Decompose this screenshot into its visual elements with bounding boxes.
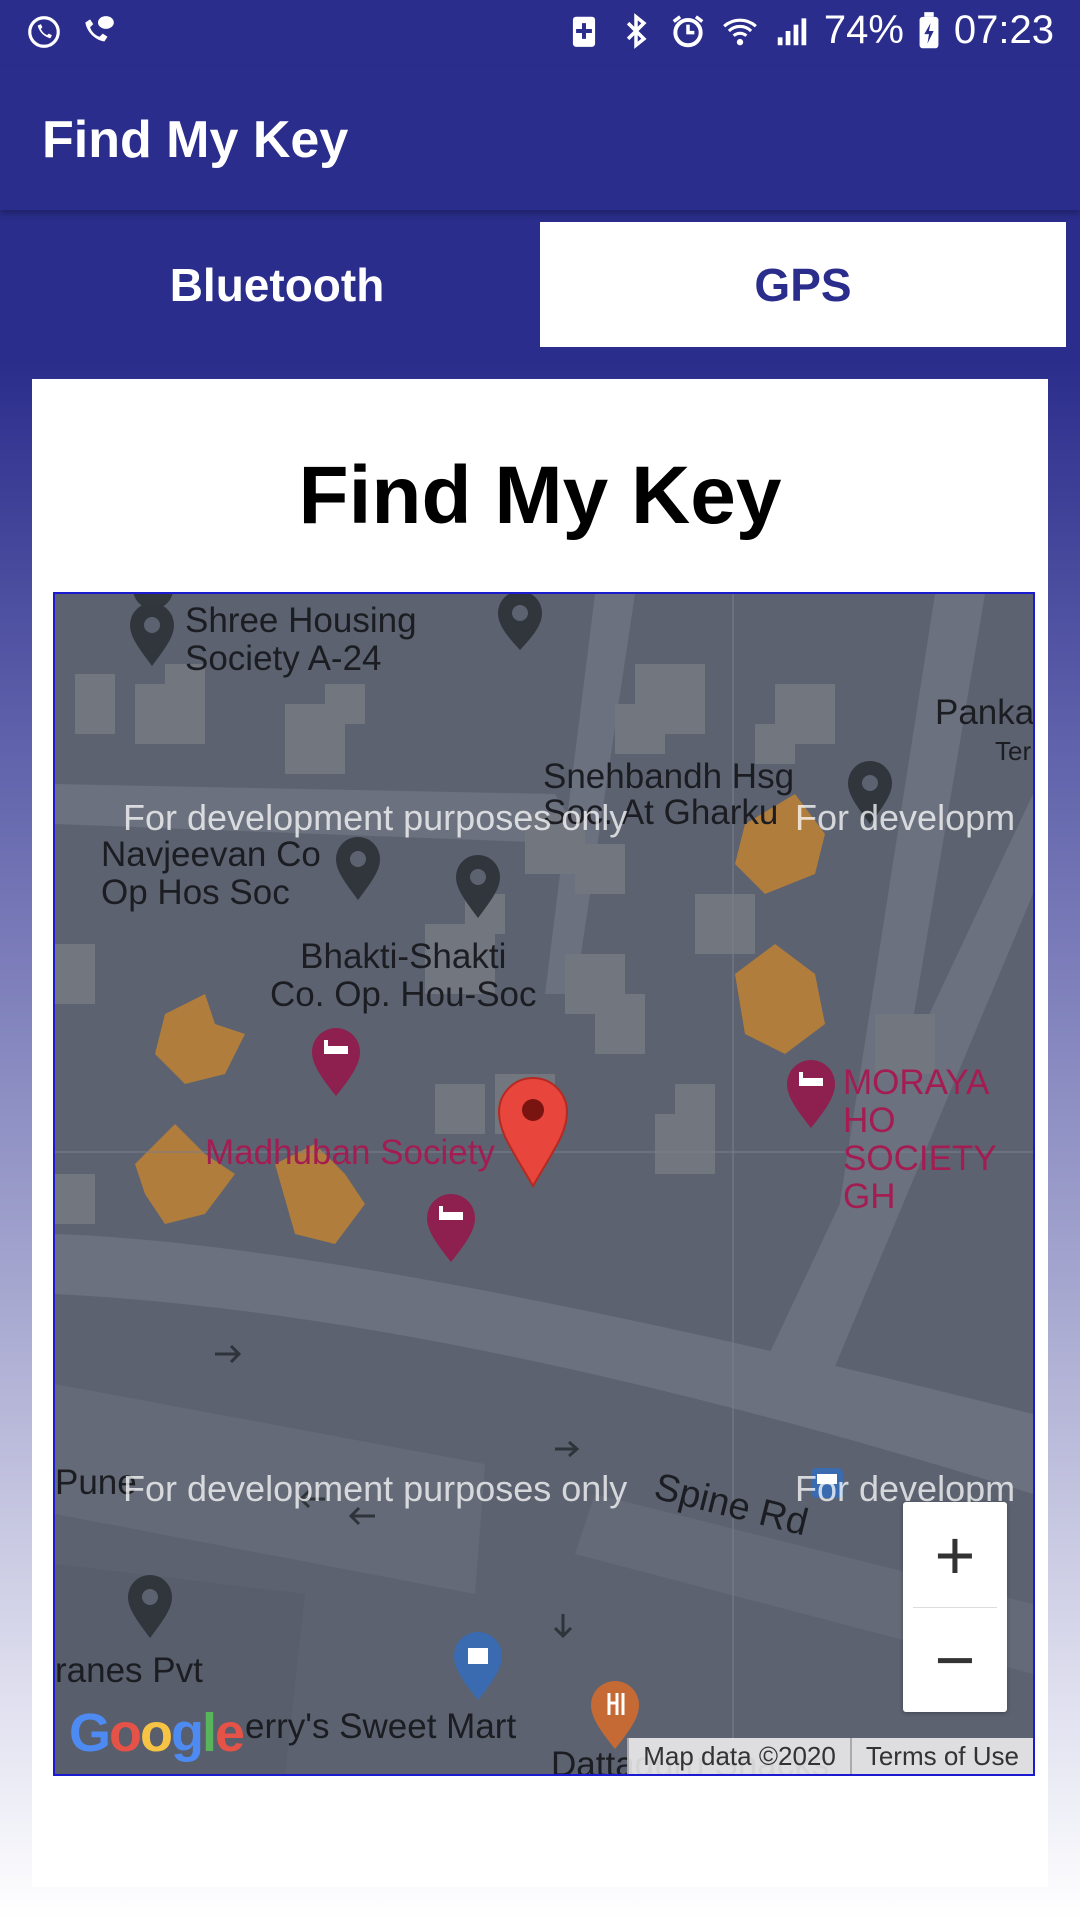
- place-label: Madhuban Society: [205, 1133, 495, 1172]
- place-pin-icon[interactable]: [125, 1572, 175, 1642]
- place-label: ranes Pvt: [55, 1651, 203, 1690]
- place-label: MORAYA HO SOCIETY GH: [843, 1063, 997, 1216]
- signal-icon: [772, 11, 812, 51]
- map-view[interactable]: Shree Housing Society A-24 Panka Ter Sneh…: [53, 592, 1035, 1776]
- terms-of-use-link[interactable]: Terms of Use: [849, 1738, 1033, 1774]
- hotel-pin-icon[interactable]: [308, 1024, 364, 1100]
- page-title: Find My Key: [298, 450, 782, 541]
- phone-chat-icon: [78, 12, 118, 52]
- dev-watermark: For developm: [795, 797, 1016, 838]
- zoom-in-button[interactable]: +: [903, 1502, 1007, 1607]
- shopping-pin-icon[interactable]: [450, 1628, 506, 1704]
- map-attribution: Map data ©2020 Terms of Use: [627, 1738, 1033, 1774]
- place-pin-icon[interactable]: [495, 594, 545, 654]
- location-marker-icon[interactable]: [495, 1074, 571, 1190]
- place-pin-icon[interactable]: [333, 834, 383, 904]
- place-label: Ter: [995, 736, 1032, 766]
- bluetooth-icon: [616, 11, 656, 51]
- place-label: Snehbandh Hsg: [543, 757, 795, 796]
- dev-watermark: For development purposes only: [123, 1468, 628, 1509]
- map-data-label: Map data ©2020: [627, 1738, 850, 1774]
- place-label: Bhakti-Shakti Co. Op. Hou-Soc: [270, 937, 537, 1014]
- place-pin-icon[interactable]: [127, 600, 177, 670]
- hotel-pin-icon[interactable]: [423, 1190, 479, 1266]
- battery-icon: [916, 11, 942, 51]
- tab-bar: Bluetooth GPS: [14, 222, 1066, 347]
- place-label: erry's Sweet Mart: [245, 1707, 517, 1746]
- wifi-icon: [720, 11, 760, 51]
- tab-bluetooth[interactable]: Bluetooth: [14, 222, 540, 347]
- status-time: 07:23: [953, 8, 1054, 52]
- hotel-pin-icon[interactable]: [783, 1056, 839, 1132]
- place-pin-icon[interactable]: [453, 852, 503, 922]
- tab-gps[interactable]: GPS: [540, 222, 1066, 347]
- zoom-divider: [913, 1607, 997, 1608]
- app-title: Find My Key: [42, 111, 349, 169]
- zoom-controls: + −: [903, 1502, 1007, 1712]
- battery-saver-icon: [564, 11, 604, 51]
- zoom-out-button[interactable]: −: [903, 1607, 1007, 1712]
- status-bar: 74% 07:23: [0, 0, 1080, 66]
- content-card: Find My Key Shree Housing Society A-24 P…: [32, 379, 1048, 1887]
- alarm-icon: [668, 11, 708, 51]
- place-label: Navjeevan Co Op Hos Soc: [101, 835, 321, 912]
- app-bar: Find My Key: [0, 66, 1080, 210]
- place-label: Panka: [935, 693, 1035, 732]
- whatsapp-icon: [24, 12, 64, 52]
- place-label: Shree Housing Society A-24: [185, 601, 417, 678]
- google-logo: Google: [69, 1703, 245, 1763]
- battery-percent: 74%: [823, 8, 904, 52]
- dev-watermark: For development purposes only: [123, 797, 628, 838]
